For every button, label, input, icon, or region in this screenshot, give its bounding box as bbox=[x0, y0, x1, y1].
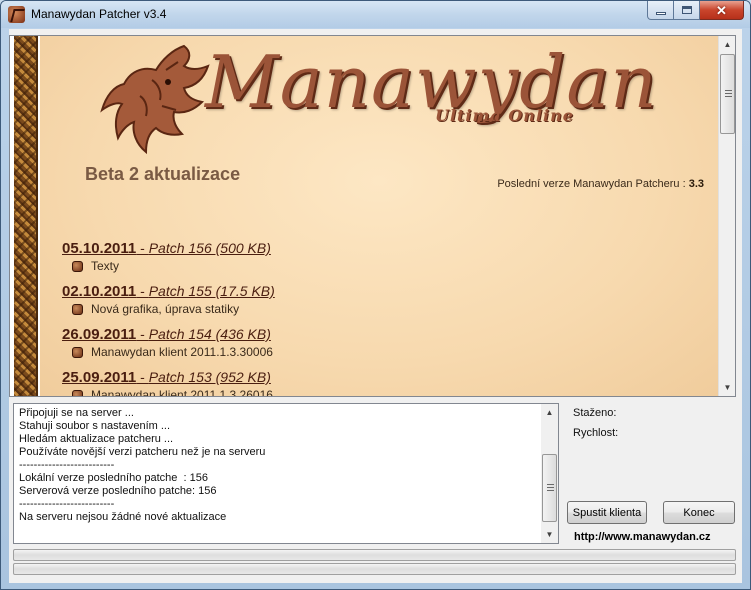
client-area: Manawydan Ultima Online Beta 2 aktualiza… bbox=[9, 29, 742, 583]
patch-item: Nová grafika, úprava statiky bbox=[72, 302, 275, 316]
launch-client-button[interactable]: Spustit klienta bbox=[567, 501, 647, 524]
minimize-button[interactable] bbox=[647, 1, 674, 20]
title-bar[interactable]: Manawydan Patcher v3.4 ✕ bbox=[1, 1, 750, 28]
log-line: Na serveru nejsou žádné nové aktualizace bbox=[19, 511, 227, 523]
speed-label: Rychlost: bbox=[573, 427, 619, 439]
patch-entry: 25.09.2011 - Patch 153 (952 KB) Manawyda… bbox=[62, 369, 273, 397]
news-panel: Manawydan Ultima Online Beta 2 aktualiza… bbox=[40, 36, 718, 397]
scroll-up-icon[interactable]: ▲ bbox=[541, 404, 558, 421]
log-line: Hledám aktualizace patcheru ... bbox=[19, 433, 174, 445]
grip-line bbox=[725, 96, 732, 97]
patch-separator: - bbox=[136, 369, 149, 385]
grip-line bbox=[547, 490, 554, 491]
patch-name: Patch 153 (952 KB) bbox=[148, 369, 271, 385]
patch-item-text: Nová grafika, úprava statiky bbox=[91, 302, 240, 316]
log-lines: Připojuji se na server ... Stahuji soubo… bbox=[19, 407, 539, 524]
scroll-up-icon[interactable]: ▲ bbox=[719, 36, 735, 53]
total-progress-bar bbox=[13, 563, 736, 575]
patch-separator: - bbox=[136, 283, 149, 299]
grip-line bbox=[725, 90, 732, 91]
grip-line bbox=[547, 484, 554, 485]
status-log[interactable]: Připojuji se na server ... Stahuji soubo… bbox=[13, 403, 559, 544]
patch-link[interactable]: 25.09.2011 - Patch 153 (952 KB) bbox=[62, 369, 273, 386]
ultima-online-subtitle: Ultima Online bbox=[435, 106, 574, 125]
patch-item: Manawydan klient 2011.1.3.30006 bbox=[72, 345, 273, 359]
log-scrollbar[interactable]: ▲ ▼ bbox=[541, 404, 558, 543]
bullet-icon bbox=[72, 346, 83, 358]
dragon-app-icon bbox=[8, 6, 25, 23]
patch-name: Patch 154 (436 KB) bbox=[148, 326, 271, 342]
bullet-icon bbox=[72, 389, 83, 396]
patch-separator: - bbox=[136, 326, 149, 342]
patch-date: 25.09.2011 bbox=[62, 369, 137, 386]
patch-link[interactable]: 26.09.2011 - Patch 154 (436 KB) bbox=[62, 326, 273, 343]
latest-version-label: Poslední verze Manawydan Patcheru : bbox=[497, 178, 686, 190]
patch-date: 02.10.2011 bbox=[62, 283, 137, 300]
website-link[interactable]: http://www.manawydan.cz bbox=[574, 531, 711, 543]
log-line: Používáte novější verzi patcheru než je … bbox=[19, 446, 266, 458]
log-line: Lokální verze posledního patche : 156 bbox=[19, 472, 208, 484]
news-browser[interactable]: Manawydan Ultima Online Beta 2 aktualiza… bbox=[9, 35, 736, 397]
latest-version-info: Poslední verze Manawydan Patcheru : 3.3 bbox=[497, 178, 704, 190]
patch-entry: 02.10.2011 - Patch 155 (17.5 KB) Nová gr… bbox=[62, 283, 275, 316]
beta-title: Beta 2 aktualizace bbox=[85, 164, 241, 184]
log-line: -------------------------- bbox=[19, 498, 115, 510]
patch-item: Texty bbox=[72, 259, 271, 273]
patch-entry: 05.10.2011 - Patch 156 (500 KB) Texty bbox=[62, 240, 271, 273]
scroll-thumb[interactable] bbox=[720, 54, 735, 134]
scroll-down-icon[interactable]: ▼ bbox=[719, 379, 735, 396]
log-line: Připojuji se na server ... bbox=[19, 407, 134, 419]
dragon-logo-icon bbox=[100, 44, 210, 155]
window-controls: ✕ bbox=[647, 1, 744, 20]
window-title: Manawydan Patcher v3.4 bbox=[31, 7, 167, 21]
manawydan-logo-text: Manawydan bbox=[205, 40, 658, 124]
minimize-icon bbox=[655, 11, 666, 15]
file-progress-bar bbox=[13, 549, 736, 561]
patch-link[interactable]: 02.10.2011 - Patch 155 (17.5 KB) bbox=[62, 283, 275, 300]
patch-item-text: Manawydan klient 2011.1.3.26016 bbox=[91, 388, 273, 397]
latest-version-value: 3.3 bbox=[688, 178, 704, 190]
patch-name: Patch 155 (17.5 KB) bbox=[148, 283, 275, 299]
patch-separator: - bbox=[136, 240, 149, 256]
close-button[interactable]: ✕ bbox=[700, 1, 744, 20]
grip-line bbox=[547, 487, 554, 488]
patch-entry: 26.09.2011 - Patch 154 (436 KB) Manawyda… bbox=[62, 326, 273, 359]
news-scrollbar[interactable]: ▲ ▼ bbox=[718, 36, 735, 396]
patch-link[interactable]: 05.10.2011 - Patch 156 (500 KB) bbox=[62, 240, 271, 257]
patch-item-text: Texty bbox=[91, 259, 120, 273]
scroll-down-icon[interactable]: ▼ bbox=[541, 526, 558, 543]
maximize-icon bbox=[681, 6, 692, 14]
grip-line bbox=[725, 93, 732, 94]
patch-item: Manawydan klient 2011.1.3.26016 bbox=[72, 388, 273, 397]
patch-date: 26.09.2011 bbox=[62, 326, 137, 343]
patcher-window: Manawydan Patcher v3.4 ✕ Manawydan Ultim… bbox=[0, 0, 751, 590]
log-line: Stahuji soubor s nastavením ... bbox=[19, 420, 171, 432]
exit-button[interactable]: Konec bbox=[663, 501, 735, 524]
patch-date: 05.10.2011 bbox=[62, 240, 137, 257]
maximize-button[interactable] bbox=[674, 1, 700, 20]
celtic-border-decoration bbox=[14, 36, 38, 396]
downloaded-label: Staženo: bbox=[573, 407, 617, 419]
log-line: -------------------------- bbox=[19, 459, 115, 471]
patch-name: Patch 156 (500 KB) bbox=[148, 240, 271, 256]
close-icon: ✕ bbox=[716, 2, 727, 18]
scroll-thumb[interactable] bbox=[542, 454, 557, 522]
bullet-icon bbox=[72, 260, 83, 272]
patch-item-text: Manawydan klient 2011.1.3.30006 bbox=[91, 345, 273, 359]
bullet-icon bbox=[72, 303, 83, 315]
log-line: Serverová verze posledního patche: 156 bbox=[19, 485, 217, 497]
